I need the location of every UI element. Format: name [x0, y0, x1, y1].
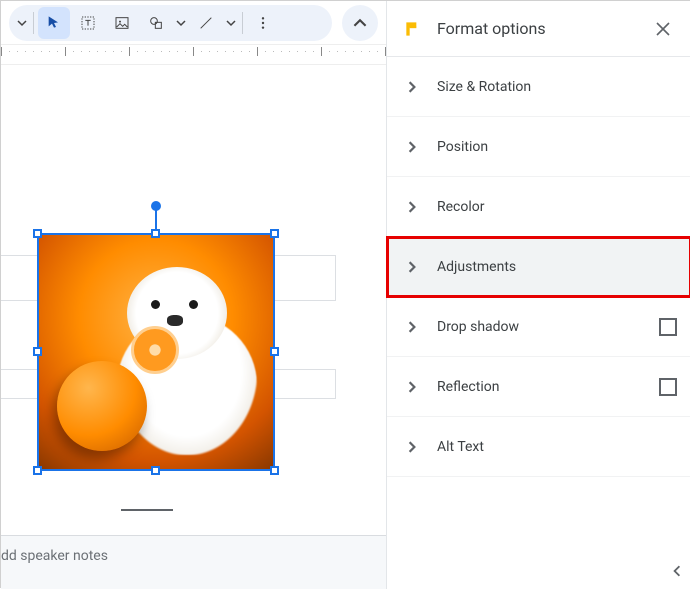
toggle-checkbox[interactable] — [659, 378, 677, 396]
chevron-right-icon — [401, 441, 423, 453]
format-options-icon — [399, 15, 427, 43]
resize-handle-r[interactable] — [270, 347, 279, 356]
resize-handle-tr[interactable] — [270, 229, 279, 238]
speaker-notes-placeholder: dd speaker notes — [1, 548, 108, 564]
format-row-drop-shadow[interactable]: Drop shadow — [387, 297, 690, 357]
chevron-right-icon — [401, 261, 423, 273]
resize-handle-l[interactable] — [33, 347, 42, 356]
format-row-size-rotation[interactable]: Size & Rotation — [387, 57, 690, 117]
format-row-position[interactable]: Position — [387, 117, 690, 177]
rotation-stem — [155, 209, 157, 229]
row-label: Position — [437, 139, 677, 155]
select-tool[interactable] — [38, 7, 70, 39]
resize-handle-bl[interactable] — [33, 466, 42, 475]
selected-image[interactable] — [37, 233, 275, 471]
format-options-panel: Format options Size & Rotation Position Re… — [386, 1, 690, 589]
toolbar-separator — [242, 12, 243, 34]
chevron-right-icon — [401, 321, 423, 333]
shape-dropdown[interactable] — [174, 7, 188, 39]
panel-header: Format options — [387, 1, 690, 57]
resize-handle-tl[interactable] — [33, 229, 42, 238]
editor-area: dd speaker notes — [1, 1, 386, 589]
toolbar-pill — [9, 5, 332, 41]
toolbar — [1, 1, 386, 45]
side-rail-expand[interactable] — [667, 561, 687, 581]
collapse-toolbar-button[interactable] — [342, 5, 378, 41]
format-row-reflection[interactable]: Reflection — [387, 357, 690, 417]
row-label: Recolor — [437, 199, 677, 215]
resize-handle-br[interactable] — [270, 466, 279, 475]
toggle-checkbox[interactable] — [659, 318, 677, 336]
image-tool[interactable] — [106, 7, 138, 39]
chevron-right-icon — [401, 81, 423, 93]
row-label: Size & Rotation — [437, 79, 677, 95]
format-row-adjustments[interactable]: Adjustments — [387, 237, 690, 297]
line-tool[interactable] — [190, 7, 222, 39]
row-label: Adjustments — [437, 259, 677, 275]
row-label: Reflection — [437, 379, 659, 395]
image-content — [39, 235, 273, 469]
panel-title: Format options — [437, 19, 649, 38]
shape-tool[interactable] — [140, 7, 172, 39]
resize-handle-b[interactable] — [151, 466, 160, 475]
chevron-right-icon — [401, 381, 423, 393]
format-row-alt-text[interactable]: Alt Text — [387, 417, 690, 477]
row-label: Drop shadow — [437, 319, 659, 335]
chevron-right-icon — [401, 141, 423, 153]
close-panel-button[interactable] — [649, 15, 677, 43]
title-underline — [121, 509, 173, 511]
rotation-handle[interactable] — [151, 201, 161, 211]
textbox-tool[interactable] — [72, 7, 104, 39]
line-dropdown[interactable] — [224, 7, 238, 39]
resize-handle-t[interactable] — [151, 229, 160, 238]
undo-dropdown[interactable] — [15, 7, 29, 39]
speaker-notes-input[interactable]: dd speaker notes — [1, 535, 386, 589]
slide-canvas[interactable] — [1, 65, 386, 519]
toolbar-separator — [33, 12, 34, 34]
chevron-right-icon — [401, 201, 423, 213]
more-tools[interactable] — [247, 7, 279, 39]
row-label: Alt Text — [437, 439, 677, 455]
horizontal-ruler — [1, 45, 386, 65]
format-row-recolor[interactable]: Recolor — [387, 177, 690, 237]
